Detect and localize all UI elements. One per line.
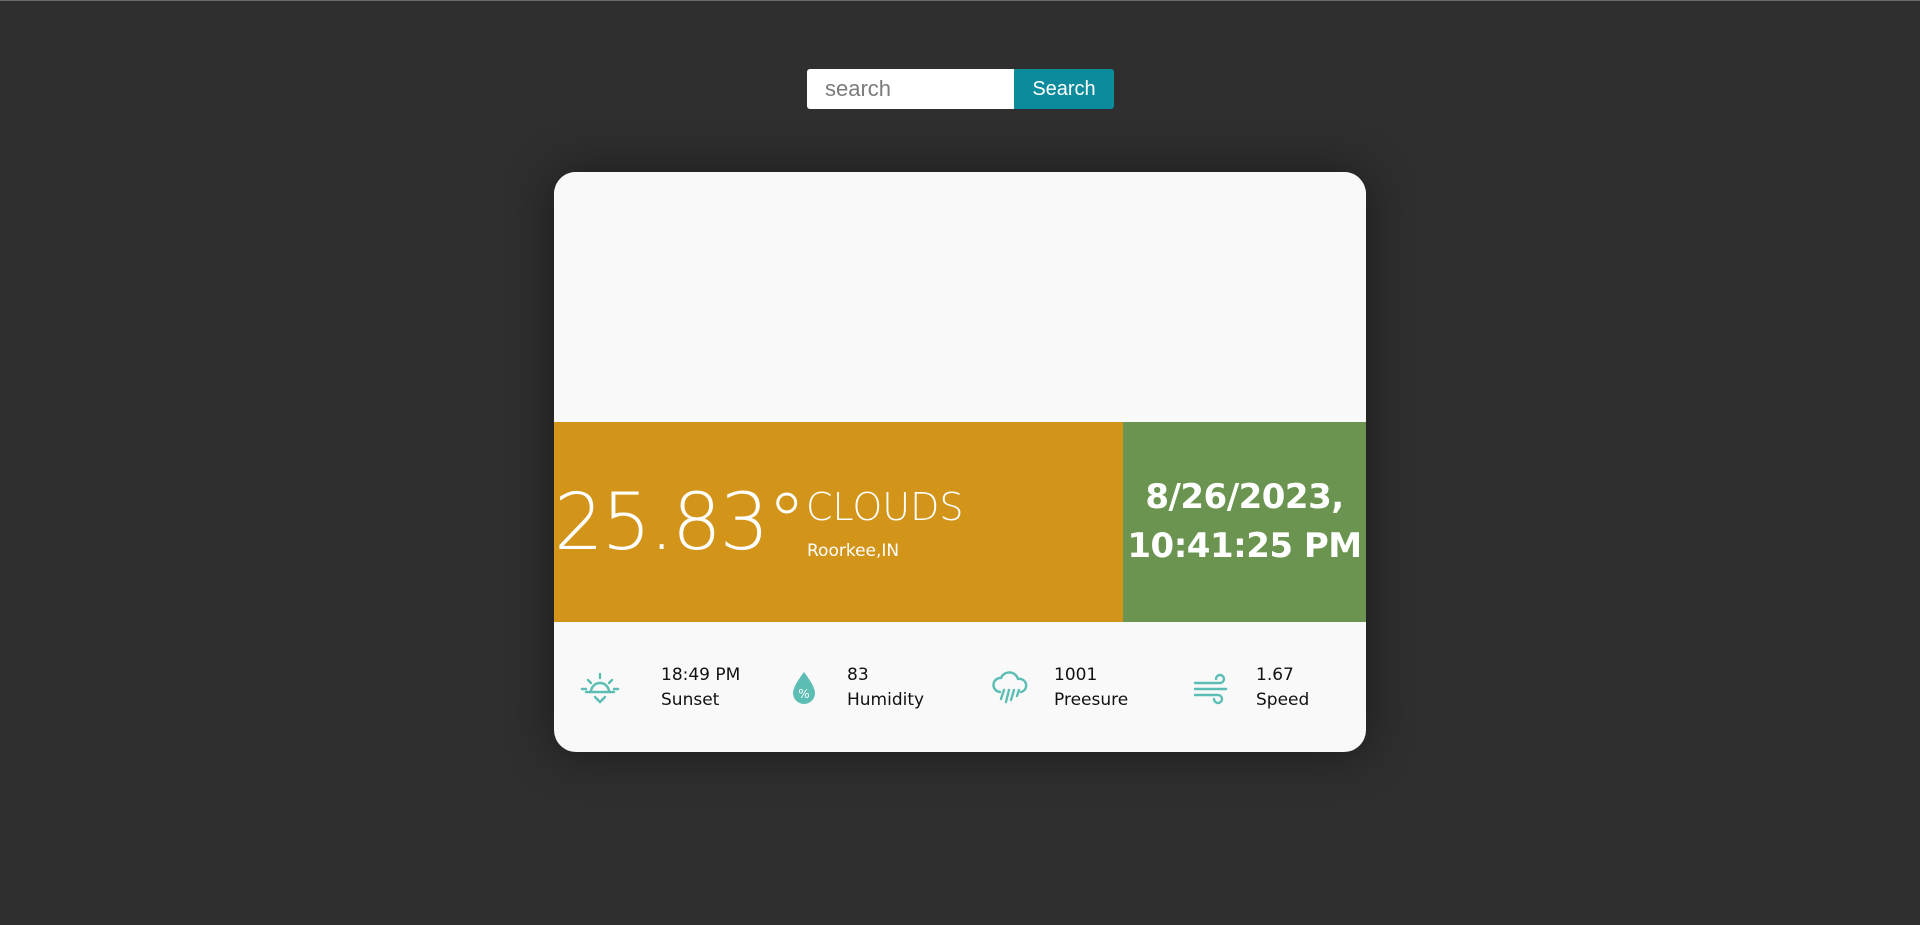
wind-icon — [1192, 668, 1232, 708]
rain-cloud-icon — [990, 668, 1030, 708]
temperature: 25.83° — [554, 478, 806, 568]
sunset-label: Sunset — [661, 690, 720, 710]
weather-panel: 25.83° CLOUDS Roorkee,IN — [554, 422, 1123, 622]
search-input[interactable] — [807, 69, 1014, 109]
humidity-label: Humidity — [847, 690, 925, 710]
weather-image-area — [554, 172, 1366, 422]
speed-label: Speed — [1256, 690, 1310, 710]
pressure-label: Preesure — [1054, 690, 1129, 710]
weather-card: 25.83° CLOUDS Roorkee,IN 8/26/2023, 10:4… — [554, 172, 1366, 752]
top-border — [0, 0, 1920, 1]
search-button[interactable]: Search — [1014, 69, 1114, 109]
speed-value: 1.67 — [1256, 665, 1294, 685]
pressure-value: 1001 — [1054, 665, 1098, 685]
humidity-icon: % — [784, 668, 824, 708]
search-bar: Search — [807, 69, 1114, 109]
speed-text: 1.67 Speed — [1256, 663, 1309, 713]
sunset-icon — [580, 668, 620, 708]
sunset-value: 18:49 PM — [661, 665, 741, 685]
pressure-text: 1001 Preesure — [1054, 663, 1128, 713]
weather-condition: CLOUDS — [806, 485, 964, 529]
weather-stats: 18:49 PM Sunset % 83 Humidity 1001 Prees… — [554, 622, 1366, 752]
date: 8/26/2023, — [1145, 477, 1344, 517]
location: Roorkee,IN — [807, 541, 900, 561]
svg-text:%: % — [798, 687, 809, 701]
datetime-panel: 8/26/2023, 10:41:25 PM — [1123, 422, 1366, 622]
humidity-value: 83 — [847, 665, 869, 685]
time: 10:41:25 PM — [1127, 526, 1362, 566]
humidity-text: 83 Humidity — [847, 663, 924, 713]
sunset-text: 18:49 PM Sunset — [661, 663, 740, 713]
